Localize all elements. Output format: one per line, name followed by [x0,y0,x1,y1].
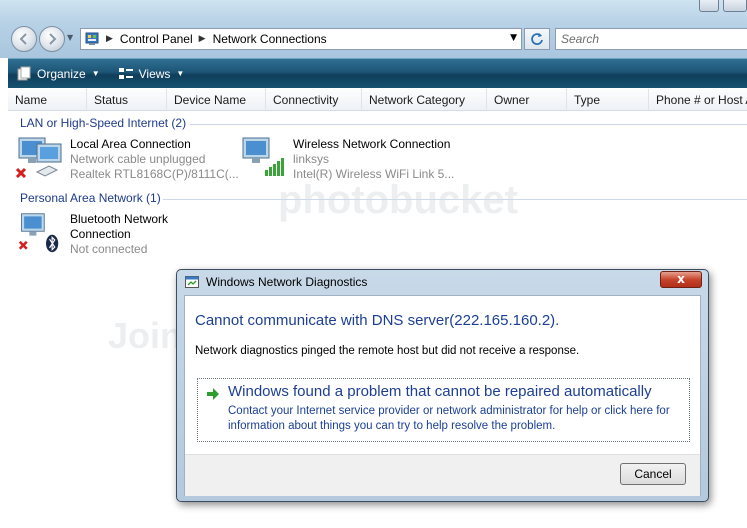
organize-dropdown-icon: ▼ [91,69,100,78]
connection-name-line2: Connection [70,227,131,241]
dialog-content: Cannot communicate with DNS server(222.1… [184,295,701,496]
command-bar: Organize ▼ Views ▼ [8,58,747,88]
forward-button[interactable] [39,26,65,52]
dialog-message: Network diagnostics pinged the remote ho… [195,345,580,357]
breadcrumb-network-connections[interactable]: Network Connections [213,32,327,46]
green-arrow-icon [207,388,219,400]
group-header-lan[interactable]: LAN or High-Speed Internet (2) [20,116,186,130]
dialog-title-bar: Windows Network Diagnostics [185,275,367,289]
group-divider [163,199,747,200]
network-adapter-wireless-icon [242,137,284,176]
breadcrumb-control-panel[interactable]: Control Panel [120,32,193,46]
organize-button[interactable]: Organize ▼ [16,66,100,82]
cancel-button[interactable]: Cancel [620,463,686,485]
dialog-heading: Cannot communicate with DNS server(222.1… [195,312,560,329]
views-button[interactable]: Views ▼ [118,66,185,82]
column-header-network-category[interactable]: Network Category [362,89,487,111]
address-bar[interactable]: ▶ Control Panel ▶ Network Connections ▼ [80,28,522,50]
group-header-pan[interactable]: Personal Area Network (1) [20,191,161,205]
option-description: Contact your Internet service provider o… [228,405,670,432]
forward-arrow-icon [49,33,57,45]
refresh-button[interactable] [524,28,550,50]
option-title: Windows found a problem that cannot be r… [228,383,652,400]
bluetooth-adapter-disconnected-icon [18,213,59,253]
window-restore-button[interactable] [699,0,719,12]
dialog-footer: Cancel [185,454,700,496]
organize-label: Organize [37,66,86,81]
address-dropdown-icon[interactable]: ▼ [510,33,517,43]
column-header-phone-host[interactable]: Phone # or Host A [649,89,747,111]
group-divider [190,124,747,125]
connection-name: Wireless Network Connection [293,137,451,151]
connection-name: Local Area Connection [70,137,191,151]
control-panel-icon [85,32,99,45]
views-label: Views [138,66,171,81]
column-headers: Name Status Device Name Connectivity Net… [8,89,747,111]
diagnostics-window-icon [185,276,199,288]
column-header-device-name[interactable]: Device Name [167,89,266,111]
column-header-status[interactable]: Status [87,89,167,111]
connection-device: Intel(R) Wireless WiFi Link 5... [293,167,455,181]
breadcrumb-separator-icon: ▶ [106,34,113,44]
dialog-close-button[interactable]: x [660,271,702,288]
views-dropdown-icon: ▼ [176,69,185,78]
back-button[interactable] [11,26,37,52]
window-close-button[interactable] [723,0,747,12]
dialog-option-link[interactable]: Windows found a problem that cannot be r… [197,378,690,442]
search-input[interactable]: Search [555,28,747,50]
network-diagnostics-dialog: Windows Network Diagnostics x Cannot com… [176,269,709,502]
network-adapter-disconnected-icon [15,137,62,178]
connection-wireless[interactable]: Wireless Network Connection linksys Inte… [293,137,454,182]
breadcrumb-separator-icon: ▶ [198,34,206,44]
refresh-icon [531,33,543,45]
connection-name-line1: Bluetooth Network [70,212,169,226]
connection-status: Not connected [70,242,148,256]
views-icon [118,67,133,79]
column-header-owner[interactable]: Owner [487,89,567,111]
watermark-brand: photobucket [278,178,518,222]
dialog-title: Windows Network Diagnostics [206,275,368,289]
organize-icon [17,66,31,80]
connection-device: Realtek RTL8168C(P)/8111C(... [70,167,239,181]
column-header-name[interactable]: Name [8,89,87,111]
column-header-connectivity[interactable]: Connectivity [266,89,362,111]
connection-bluetooth[interactable]: Bluetooth Network Connection Not connect… [70,212,168,257]
column-header-type[interactable]: Type [567,89,649,111]
recent-pages-dropdown[interactable]: ▼ [67,33,73,42]
connection-local-area[interactable]: Local Area Connection Network cable unpl… [70,137,239,182]
back-arrow-icon [19,33,27,45]
connection-status: Network cable unplugged [70,152,206,166]
connection-status: linksys [293,152,330,166]
